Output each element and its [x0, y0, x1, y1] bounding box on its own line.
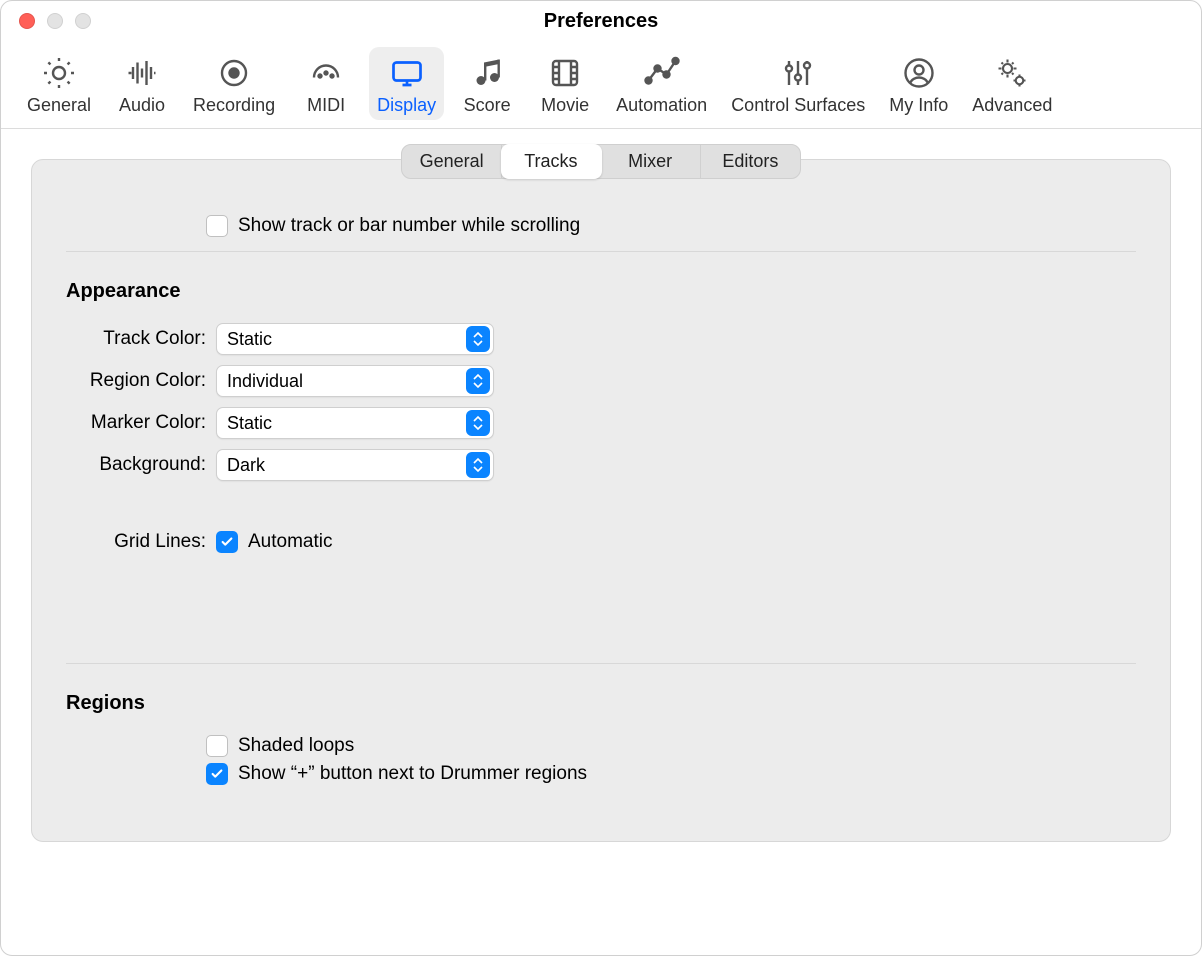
- marker-color-row: Marker Color: Static: [66, 407, 1136, 439]
- updown-icon: [466, 452, 490, 478]
- grid-lines-checkbox[interactable]: [216, 531, 238, 553]
- toolbar-audio[interactable]: Audio: [107, 47, 177, 120]
- titlebar: Preferences: [1, 1, 1201, 41]
- drummer-plus-checkbox[interactable]: [206, 763, 228, 785]
- toolbar-label: Display: [377, 95, 436, 116]
- region-color-value: Individual: [227, 371, 303, 392]
- divider: [66, 663, 1136, 664]
- region-color-select[interactable]: Individual: [216, 365, 494, 397]
- display-icon: [385, 53, 429, 93]
- midi-icon: [304, 53, 348, 93]
- automation-icon: [640, 53, 684, 93]
- track-color-label: Track Color:: [66, 328, 206, 350]
- toolbar-score[interactable]: Score: [452, 47, 522, 120]
- toolbar-label: Control Surfaces: [731, 95, 865, 116]
- background-label: Background:: [66, 454, 206, 476]
- drummer-plus-label: Show “+” button next to Drummer regions: [238, 763, 587, 785]
- shaded-loops-checkbox[interactable]: [206, 735, 228, 757]
- divider: [66, 251, 1136, 252]
- marker-color-value: Static: [227, 413, 272, 434]
- toolbar-automation[interactable]: Automation: [608, 47, 715, 120]
- toolbar-control-surfaces[interactable]: Control Surfaces: [723, 47, 873, 120]
- region-color-label: Region Color:: [66, 370, 206, 392]
- gears-icon: [990, 53, 1034, 93]
- toolbar-my-info[interactable]: My Info: [881, 47, 956, 120]
- toolbar-advanced[interactable]: Advanced: [964, 47, 1060, 120]
- toolbar-label: Advanced: [972, 95, 1052, 116]
- subtab-general[interactable]: General: [402, 145, 502, 178]
- toolbar-label: Score: [464, 95, 511, 116]
- content-panel: General Tracks Mixer Editors Show track …: [31, 159, 1171, 842]
- marker-color-select[interactable]: Static: [216, 407, 494, 439]
- sliders-icon: [776, 53, 820, 93]
- gear-icon: [37, 53, 81, 93]
- shaded-loops-row: Shaded loops: [206, 735, 1136, 757]
- toolbar-label: Movie: [541, 95, 589, 116]
- subtab-tracks[interactable]: Tracks: [501, 144, 601, 179]
- track-color-row: Track Color: Static: [66, 323, 1136, 355]
- toolbar-movie[interactable]: Movie: [530, 47, 600, 120]
- marker-color-label: Marker Color:: [66, 412, 206, 434]
- music-note-icon: [465, 53, 509, 93]
- subtab-mixer[interactable]: Mixer: [601, 145, 701, 178]
- track-color-value: Static: [227, 329, 272, 350]
- drummer-plus-row: Show “+” button next to Drummer regions: [206, 763, 1136, 785]
- shaded-loops-label: Shaded loops: [238, 735, 354, 757]
- appearance-heading: Appearance: [66, 280, 1136, 303]
- toolbar-label: Audio: [119, 95, 165, 116]
- toolbar-display[interactable]: Display: [369, 47, 444, 120]
- updown-icon: [466, 410, 490, 436]
- toolbar-label: My Info: [889, 95, 948, 116]
- region-color-row: Region Color: Individual: [66, 365, 1136, 397]
- subtab-editors[interactable]: Editors: [701, 145, 800, 178]
- show-track-number-checkbox-row: Show track or bar number while scrolling: [206, 215, 1136, 237]
- toolbar-label: Recording: [193, 95, 275, 116]
- grid-lines-row: Grid Lines: Automatic: [66, 531, 1136, 553]
- toolbar-label: General: [27, 95, 91, 116]
- toolbar-recording[interactable]: Recording: [185, 47, 283, 120]
- toolbar-midi[interactable]: MIDI: [291, 47, 361, 120]
- film-icon: [543, 53, 587, 93]
- grid-lines-label: Grid Lines:: [66, 531, 206, 553]
- grid-lines-value: Automatic: [248, 531, 332, 553]
- subtab-segmented-control: General Tracks Mixer Editors: [401, 144, 801, 179]
- preferences-toolbar: General Audio Recording MIDI Display Sco…: [1, 41, 1201, 129]
- updown-icon: [466, 368, 490, 394]
- show-track-number-label: Show track or bar number while scrolling: [238, 215, 580, 237]
- waveform-icon: [120, 53, 164, 93]
- window-title: Preferences: [1, 10, 1201, 33]
- toolbar-label: Automation: [616, 95, 707, 116]
- background-value: Dark: [227, 455, 265, 476]
- show-track-number-checkbox[interactable]: [206, 215, 228, 237]
- toolbar-general[interactable]: General: [19, 47, 99, 120]
- toolbar-label: MIDI: [307, 95, 345, 116]
- background-row: Background: Dark: [66, 449, 1136, 481]
- track-color-select[interactable]: Static: [216, 323, 494, 355]
- record-icon: [212, 53, 256, 93]
- regions-heading: Regions: [66, 692, 1136, 715]
- background-select[interactable]: Dark: [216, 449, 494, 481]
- person-icon: [897, 53, 941, 93]
- updown-icon: [466, 326, 490, 352]
